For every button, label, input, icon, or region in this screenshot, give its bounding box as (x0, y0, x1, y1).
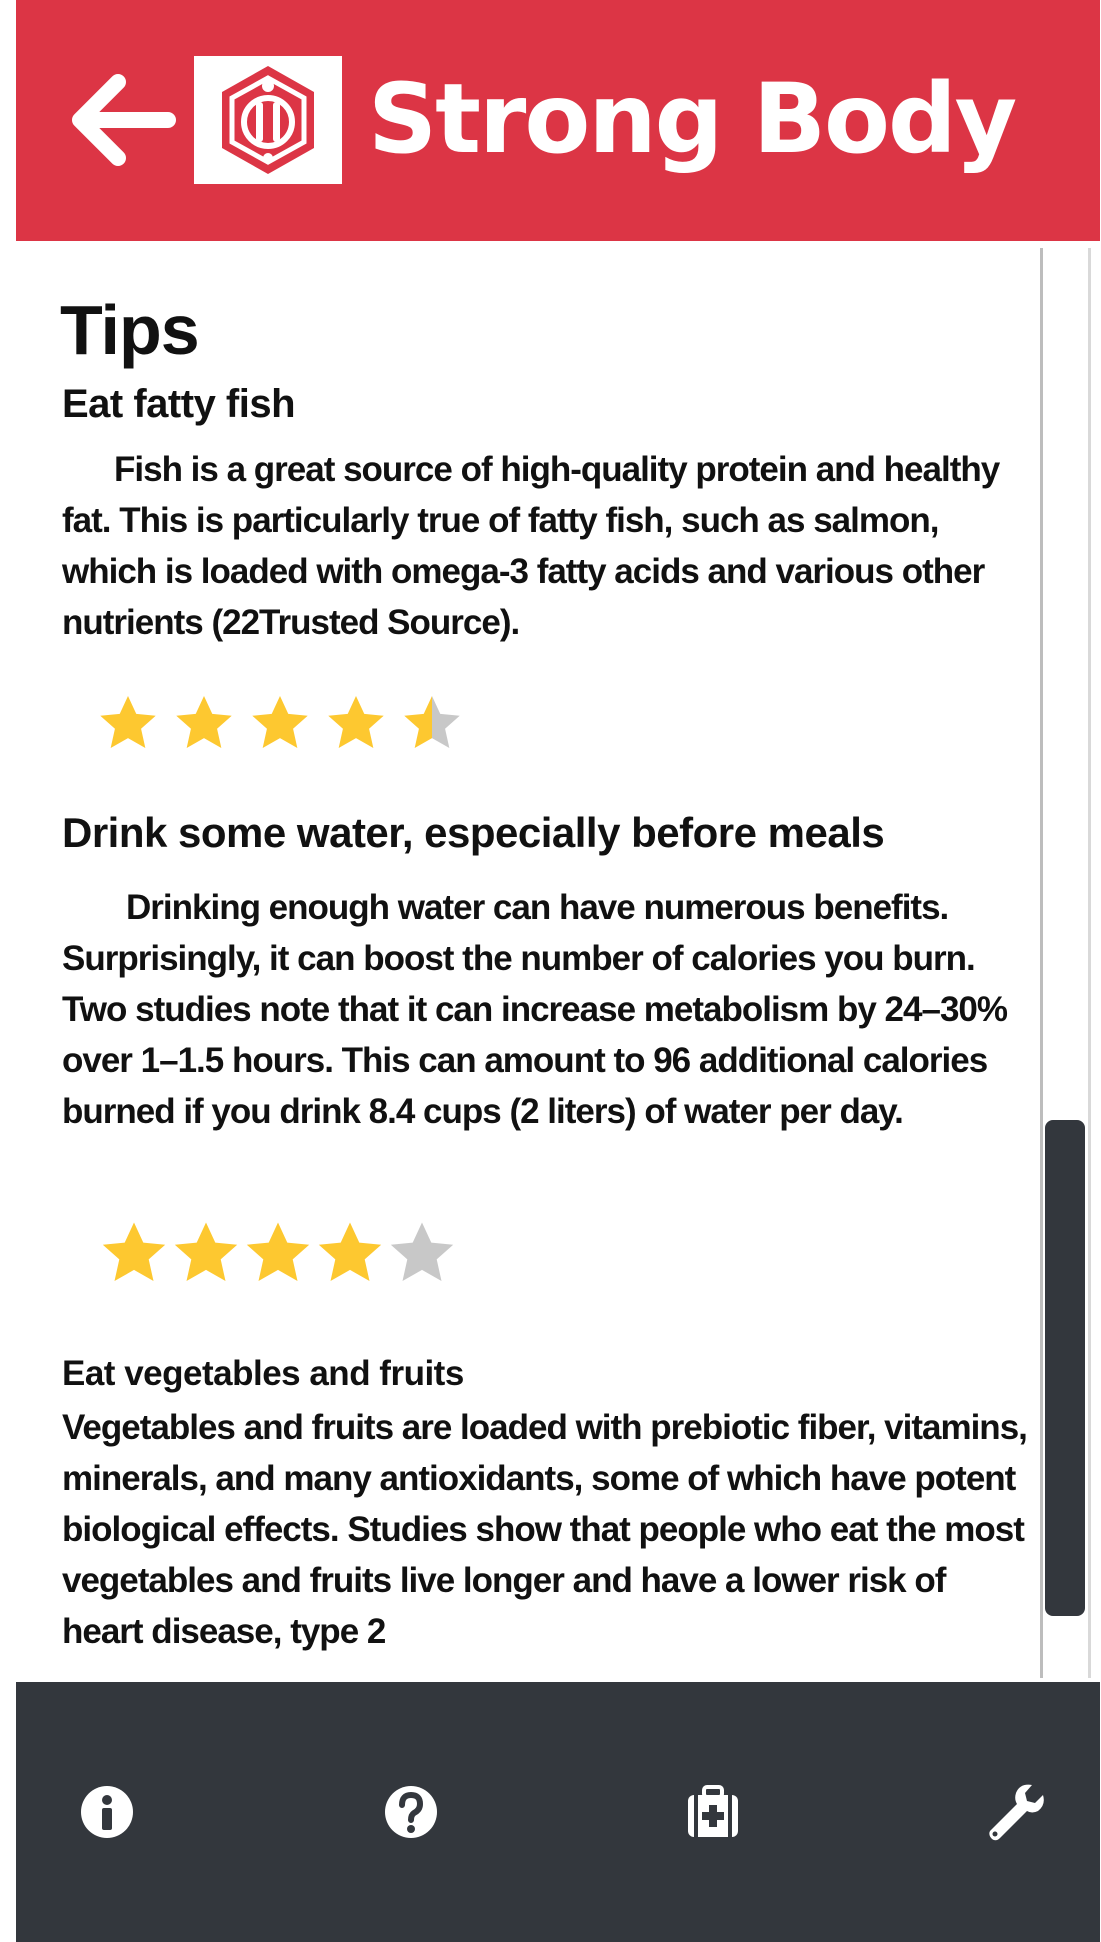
nav-settings-button[interactable] (980, 1777, 1050, 1847)
page-title: Tips (60, 291, 200, 369)
bottom-nav (16, 1682, 1100, 1942)
nav-info-button[interactable] (72, 1777, 142, 1847)
star-icon[interactable] (324, 692, 388, 752)
info-icon (81, 1786, 133, 1838)
tip-body-vegetables: Vegetables and fruits are loaded with pr… (62, 1408, 1028, 1651)
star-icon[interactable] (386, 1218, 458, 1286)
app-screen: Strong Body Tips Eat fatty fish Fish is … (0, 0, 1101, 1942)
back-button[interactable] (68, 70, 178, 170)
star-icon[interactable] (98, 1218, 170, 1286)
nav-medical-button[interactable] (678, 1777, 748, 1847)
wrench-icon (989, 1784, 1044, 1841)
first-aid-kit-icon (688, 1785, 738, 1837)
star-icon[interactable] (248, 692, 312, 752)
question-icon (385, 1786, 437, 1838)
scrollbar-track-outer (1088, 248, 1091, 1678)
star-icon[interactable] (242, 1218, 314, 1286)
nav-help-button[interactable] (376, 1777, 446, 1847)
tip-heading-vegetables: Eat vegetables and fruits (62, 1354, 464, 1393)
arrow-left-icon (72, 74, 176, 166)
app-logo (194, 56, 342, 184)
star-icon[interactable] (172, 692, 236, 752)
tips-content[interactable]: Tips Eat fatty fish Fish is a great sour… (0, 248, 1040, 1678)
rating-fatty-fish[interactable] (96, 692, 464, 752)
tip-body-fatty-fish: Fish is a great source of high-quality p… (62, 450, 1000, 642)
app-header: Strong Body (16, 0, 1100, 241)
tip-body-water: Drinking enough water can have numerous … (62, 888, 1008, 1131)
scrollbar-track (1040, 248, 1043, 1678)
scrollbar-thumb[interactable] (1045, 1120, 1085, 1616)
strong-body-logo (222, 66, 314, 174)
tip-heading-water: Drink some water, especially before meal… (62, 809, 885, 856)
tip-heading-fatty-fish: Eat fatty fish (62, 382, 296, 426)
star-icon[interactable] (314, 1218, 386, 1286)
app-title: Strong Body (368, 63, 1017, 175)
rating-water[interactable] (98, 1218, 458, 1286)
star-icon[interactable] (96, 692, 160, 752)
star-icon[interactable] (400, 692, 464, 752)
star-icon[interactable] (170, 1218, 242, 1286)
